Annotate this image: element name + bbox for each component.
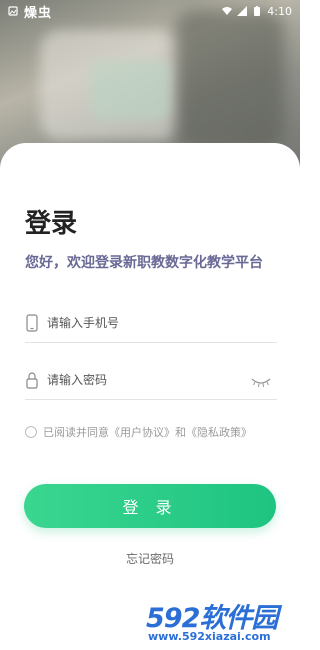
agreement-row: 已阅读并同意《用户协议》和《隐私政策》 [25, 424, 252, 440]
wifi-icon [222, 7, 233, 15]
eye-closed-icon[interactable] [251, 376, 271, 388]
lock-icon [25, 371, 39, 389]
status-time: 4:10 [267, 4, 292, 18]
forgot-password-link[interactable]: 忘记密码 [0, 550, 300, 567]
status-bar: 燥虫 4:10 [0, 0, 300, 22]
page-title: 登录 [25, 209, 78, 239]
password-input[interactable] [47, 372, 277, 387]
phone-icon [25, 313, 39, 332]
signal-icon [237, 6, 248, 16]
status-app-name: 燥虫 [24, 5, 53, 21]
battery-icon [254, 6, 261, 16]
watermark-url: www.592xiazai.com [148, 630, 271, 643]
login-button[interactable]: 登 录 [24, 484, 276, 528]
welcome-subtitle: 您好，欢迎登录新职教数字化教学平台 [25, 255, 263, 271]
agreement-checkbox[interactable] [25, 426, 37, 438]
image-icon [8, 6, 18, 16]
watermark-logo: 592软件园 www.592xiazai.com [146, 594, 296, 646]
phone-field[interactable] [25, 303, 277, 343]
phone-input[interactable] [47, 315, 277, 330]
agreement-text[interactable]: 已阅读并同意《用户协议》和《隐私政策》 [43, 424, 252, 440]
password-field[interactable] [25, 360, 277, 400]
